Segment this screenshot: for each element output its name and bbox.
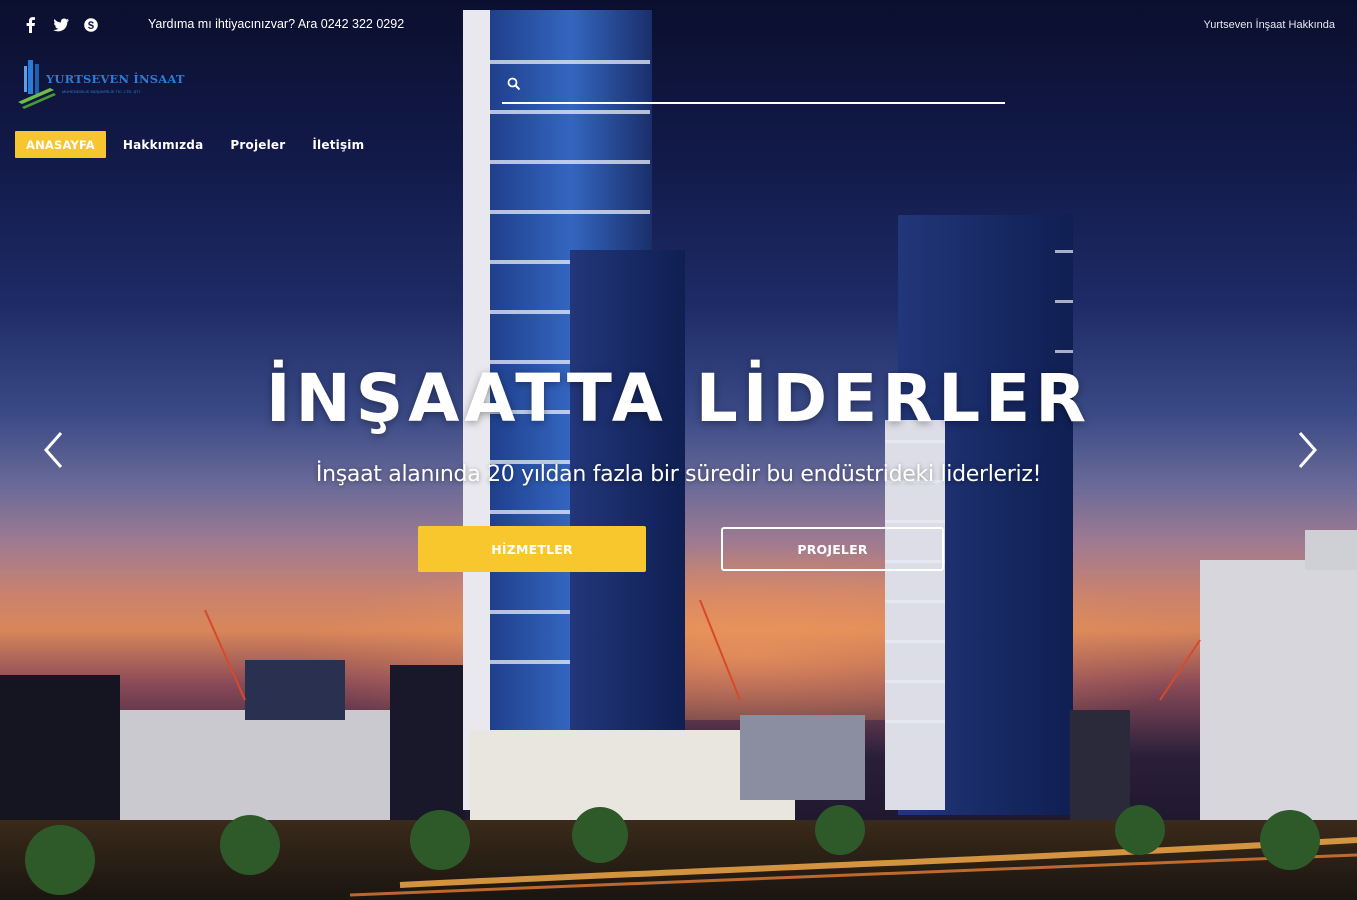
company-logo[interactable]: YURTSEVEN İNSAAT MÜHENDİSLİK MÜŞAVİRLİK … bbox=[16, 58, 184, 110]
slider-prev-arrow-icon[interactable] bbox=[42, 430, 66, 470]
projects-button[interactable]: PROJELER bbox=[721, 527, 944, 571]
logo-tagline: MÜHENDİSLİK MÜŞAVİRLİK TİC. LTD. ŞTİ. bbox=[62, 89, 141, 94]
nav-item-anasayfa[interactable]: ANASAYFA bbox=[15, 131, 106, 158]
social-links bbox=[22, 16, 100, 34]
search-icon[interactable] bbox=[507, 77, 521, 91]
hero-headline: İNŞAATTA LİDERLER bbox=[265, 360, 1092, 437]
help-phone-text: Yardıma mı ihtiyacınızvar? Ara 0242 322 … bbox=[148, 17, 405, 31]
nav-item-projeler[interactable]: Projeler bbox=[230, 138, 285, 152]
services-button[interactable]: HİZMETLER bbox=[418, 526, 646, 572]
about-company-link[interactable]: Yurtseven İnşaat Hakkında bbox=[1204, 19, 1335, 31]
logo-name: YURTSEVEN İNSAAT bbox=[46, 72, 185, 86]
nav-item-hakkimizda[interactable]: Hakkımızda bbox=[123, 138, 204, 152]
search-bar bbox=[502, 74, 1005, 104]
twitter-icon[interactable] bbox=[52, 16, 70, 34]
main-nav: ANASAYFA Hakkımızda Projeler İletişim bbox=[15, 131, 391, 158]
search-input[interactable] bbox=[528, 74, 1002, 100]
nav-item-iletisim[interactable]: İletişim bbox=[312, 138, 364, 152]
skype-icon[interactable] bbox=[82, 16, 100, 34]
hero-subline: İnşaat alanında 20 yıldan fazla bir süre… bbox=[315, 462, 1042, 487]
slider-next-arrow-icon[interactable] bbox=[1295, 430, 1319, 470]
facebook-icon[interactable] bbox=[22, 16, 40, 34]
